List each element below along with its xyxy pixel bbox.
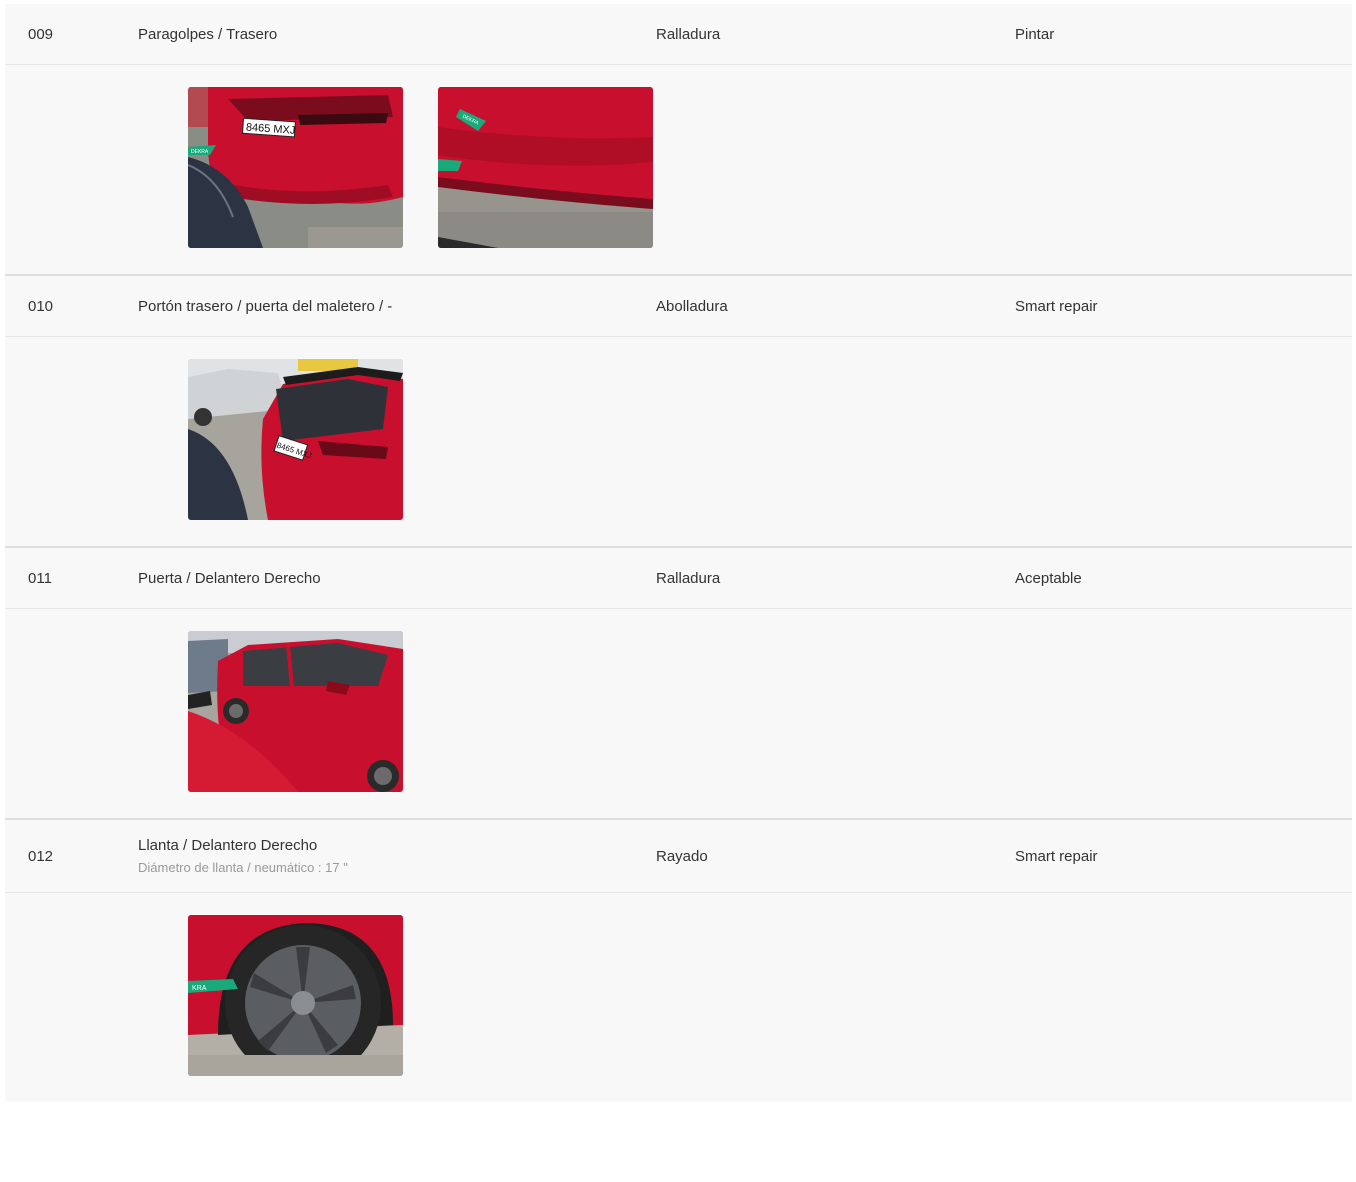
front-right-door-photo[interactable] <box>188 631 403 792</box>
damage-action: Aceptable <box>1015 569 1082 587</box>
tailgate-photo[interactable]: 8465 MXJ <box>188 359 403 520</box>
rear-bumper-closeup-photo[interactable]: DEKRA <box>438 87 653 248</box>
front-right-wheel-photo[interactable]: KRA <box>188 915 403 1076</box>
damage-row[interactable]: 010 Portón trasero / puerta del maletero… <box>5 276 1352 337</box>
badge-text: DEKRA <box>191 149 209 155</box>
damage-type: Ralladura <box>656 25 721 43</box>
photo-gallery: 8465 MXJ <box>5 337 1352 546</box>
damage-row[interactable]: 012 Llanta / Delantero Derecho Diámetro … <box>5 820 1352 893</box>
damage-part-cell: Llanta / Delantero Derecho Diámetro de l… <box>138 837 656 875</box>
damage-part: Llanta / Delantero Derecho <box>138 837 318 854</box>
damage-item-012: 012 Llanta / Delantero Derecho Diámetro … <box>5 820 1352 1102</box>
damage-row[interactable]: 011 Puerta / Delantero Derecho Ralladura… <box>5 548 1352 609</box>
damage-part: Puerta / Delantero Derecho <box>138 569 321 587</box>
damage-part: Portón trasero / puerta del maletero / - <box>138 297 393 315</box>
badge-text: KRA <box>192 985 207 992</box>
photo-gallery: KRA <box>5 893 1352 1102</box>
damage-code: 009 <box>28 25 54 43</box>
damage-item-010: 010 Portón trasero / puerta del maletero… <box>5 276 1352 548</box>
damage-row[interactable]: 009 Paragolpes / Trasero Ralladura Pinta… <box>5 4 1352 65</box>
damage-item-011: 011 Puerta / Delantero Derecho Ralladura… <box>5 548 1352 820</box>
rear-bumper-photo[interactable]: 8465 MXJ DEKRA <box>188 87 403 248</box>
damage-code: 012 <box>28 847 54 865</box>
photo-gallery: 8465 MXJ DEKRA DEKRA <box>5 65 1352 274</box>
damage-part: Paragolpes / Trasero <box>138 25 278 43</box>
damage-type: Ralladura <box>656 569 721 587</box>
damage-code: 011 <box>28 569 52 587</box>
damage-type: Abolladura <box>656 297 728 315</box>
damage-type: Rayado <box>656 847 708 865</box>
photo-gallery <box>5 609 1352 818</box>
damage-action: Smart repair <box>1015 297 1098 315</box>
damage-action: Pintar <box>1015 25 1055 43</box>
damage-action: Smart repair <box>1015 847 1098 865</box>
damage-item-009: 009 Paragolpes / Trasero Ralladura Pinta… <box>5 4 1352 276</box>
damage-list: 009 Paragolpes / Trasero Ralladura Pinta… <box>5 4 1352 1102</box>
damage-code: 010 <box>28 297 54 315</box>
damage-detail: Diámetro de llanta / neumático : 17 " <box>138 860 348 875</box>
